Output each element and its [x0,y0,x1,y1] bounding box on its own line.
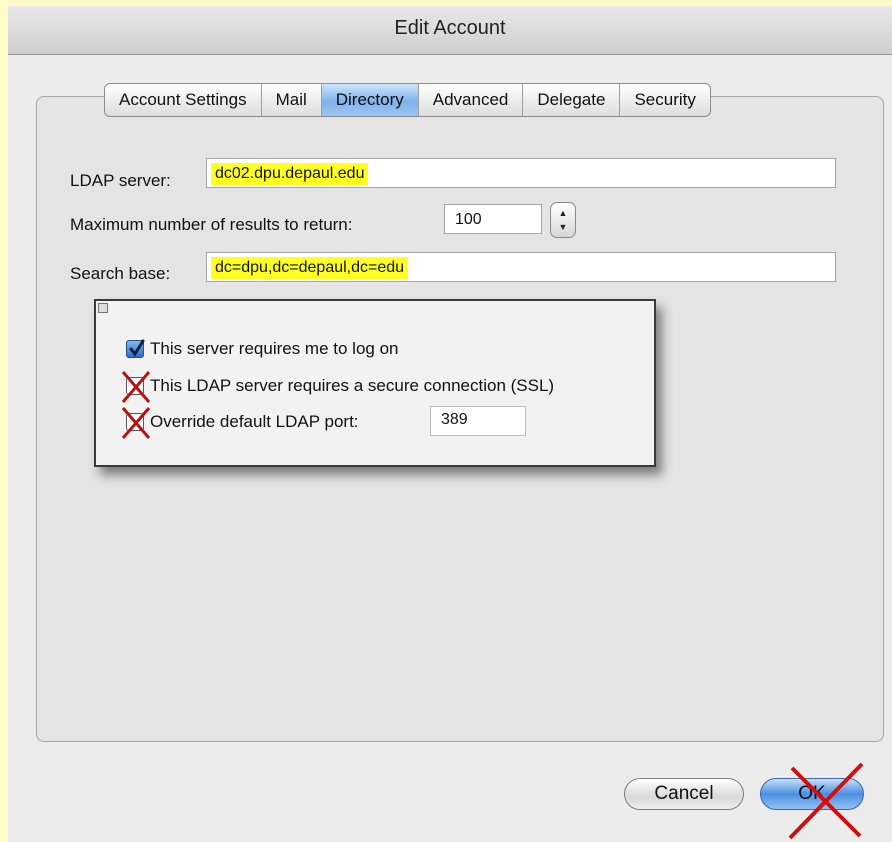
port-checkbox[interactable] [121,407,151,439]
red-cross-mark-icon [121,371,151,403]
logon-option-label: This server requires me to log on [150,339,399,358]
ldap-server-label: LDAP server: [70,171,171,190]
ldap-options-popup: This server requires me to log on This L… [94,299,656,467]
max-results-field[interactable]: 100 [444,204,542,234]
ldap-port-field[interactable]: 389 [430,406,526,436]
search-base-field[interactable]: dc=dpu,dc=depaul,dc=edu [206,252,836,282]
max-results-stepper[interactable]: ▲ ▼ [550,202,576,238]
ldap-server-field[interactable]: dc02.dpu.depaul.edu [206,158,836,188]
tab-bar: Account Settings Mail Directory Advanced… [104,83,711,117]
tab-mail[interactable]: Mail [262,84,322,116]
checkmark-icon [129,339,145,357]
ssl-checkbox[interactable] [121,371,151,403]
ldap-port-value: 389 [441,411,468,428]
tab-directory[interactable]: Directory [321,84,419,116]
cancel-button[interactable]: Cancel [624,778,744,810]
max-results-value: 100 [455,211,482,228]
edit-account-window: Edit Account Account Settings Mail Direc… [8,6,892,842]
window-title: Edit Account [394,17,506,39]
tab-delegate[interactable]: Delegate [523,84,621,116]
logon-option-row: This server requires me to log on [126,337,399,361]
port-option-label: Override default LDAP port: [150,412,359,431]
logon-checkbox[interactable] [126,339,145,358]
tab-account-settings[interactable]: Account Settings [105,84,262,116]
max-results-label: Maximum number of results to return: [70,215,353,234]
port-option-row: Override default LDAP port: [121,407,359,439]
popup-close-icon[interactable] [98,303,108,313]
search-base-label: Search base: [70,264,171,283]
stepper-down-icon[interactable]: ▼ [551,221,575,233]
ssl-option-label: This LDAP server requires a secure conne… [150,376,555,395]
ok-button[interactable]: OK [760,778,864,810]
title-bar: Edit Account [8,6,892,55]
stepper-up-icon[interactable]: ▲ [551,207,575,219]
tab-security[interactable]: Security [620,84,709,116]
ssl-option-row: This LDAP server requires a secure conne… [121,371,555,403]
ldap-server-value: dc02.dpu.depaul.edu [211,163,369,185]
tab-advanced[interactable]: Advanced [419,84,524,116]
search-base-value: dc=dpu,dc=depaul,dc=edu [211,257,409,279]
red-cross-mark-icon [121,407,151,439]
